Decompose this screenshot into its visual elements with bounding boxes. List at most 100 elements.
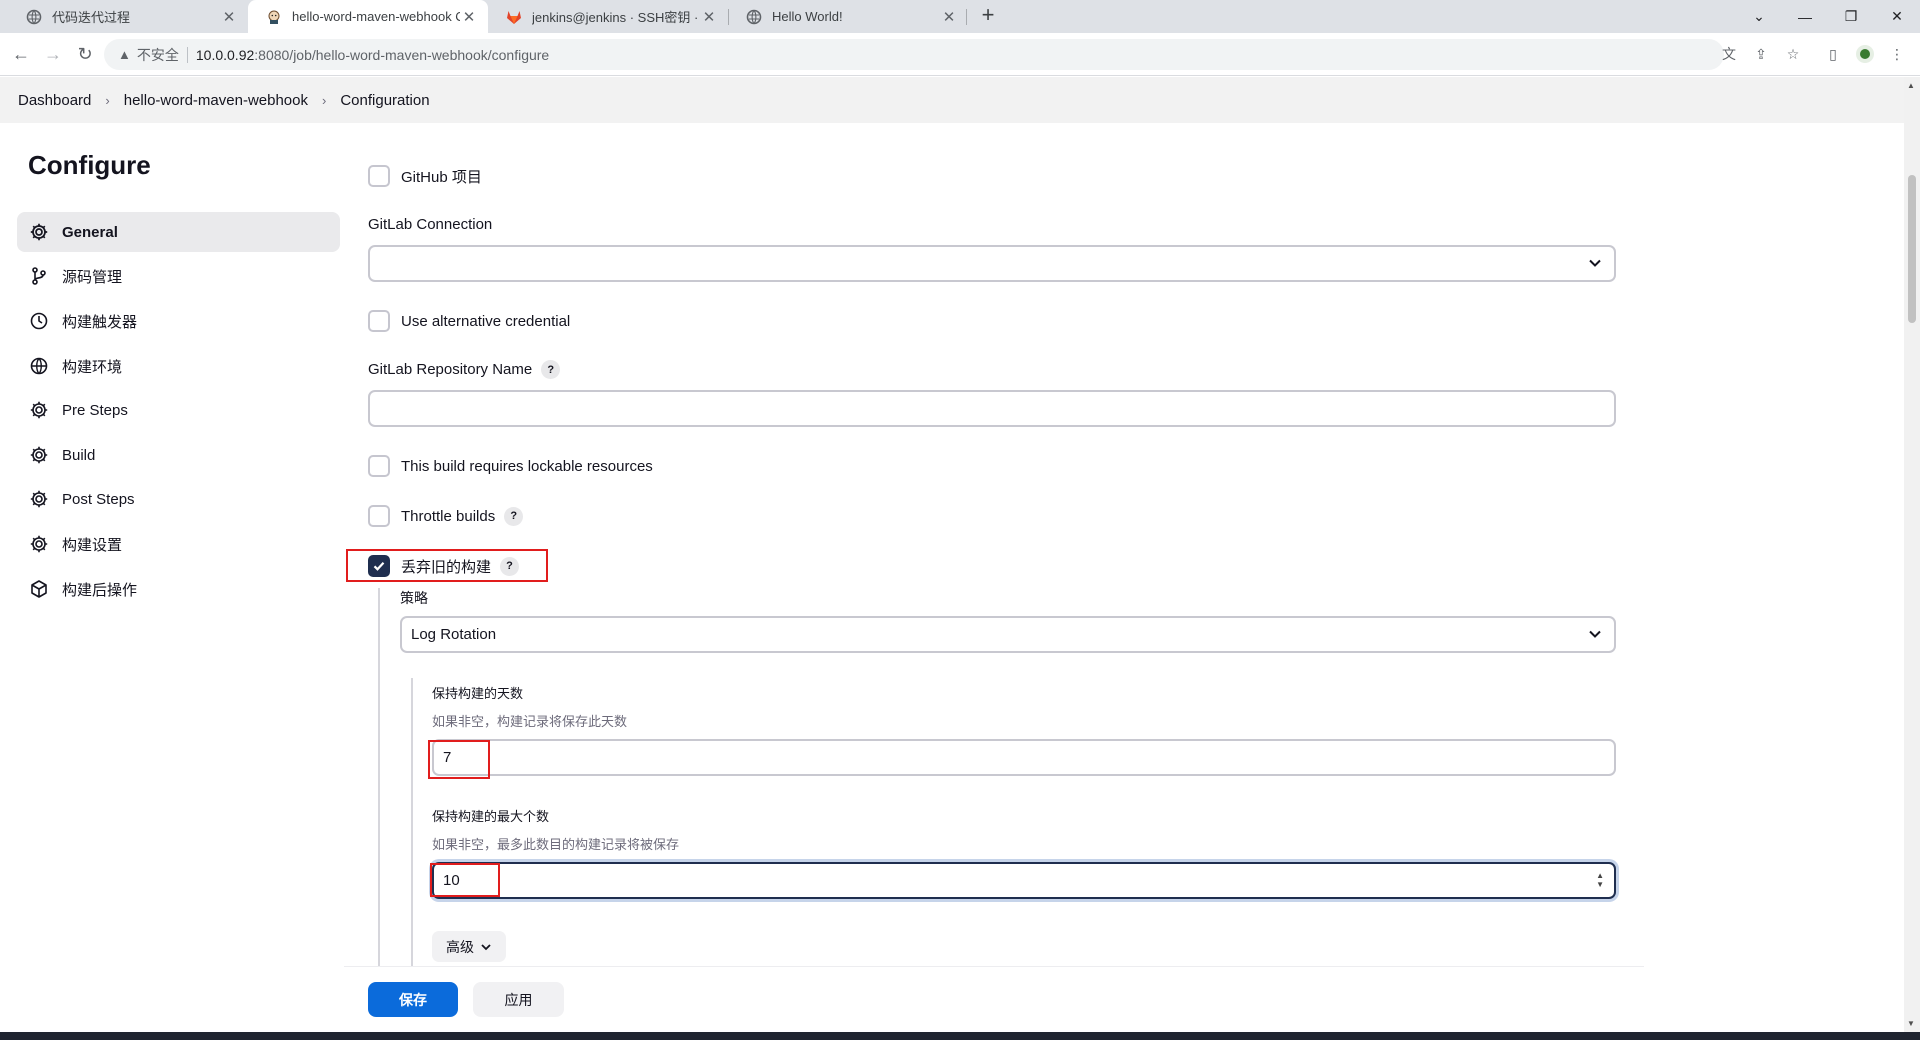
sidebar-item-label: 构建触发器 xyxy=(62,313,138,331)
translate-icon[interactable]: 文 xyxy=(1716,41,1742,67)
sidebar-item-triggers[interactable]: 构建触发器 xyxy=(17,301,340,341)
max-builds-input[interactable]: 10 ▲ ▼ xyxy=(432,862,1616,899)
side-panel-icon[interactable]: ▯ xyxy=(1820,41,1846,67)
max-builds-label: 保持构建的最大个数 xyxy=(432,809,550,824)
close-tab-icon[interactable]: ✕ xyxy=(460,8,478,26)
throttle-builds-checkbox[interactable] xyxy=(368,505,390,527)
gitlab-repo-name-label: GitLab Repository Name ? xyxy=(368,360,561,379)
breadcrumb: Dashboard › hello-word-maven-webhook › C… xyxy=(0,77,1904,123)
tab-search-icon[interactable]: ⌄ xyxy=(1736,0,1782,33)
chevron-right-icon: › xyxy=(322,92,327,108)
gear-icon xyxy=(28,444,50,466)
lockable-resources-label: This build requires lockable resources xyxy=(401,457,653,475)
sidebar-item-build[interactable]: Build xyxy=(17,435,340,475)
address-divider xyxy=(186,46,188,63)
os-taskbar xyxy=(0,1032,1920,1040)
browser-tab-4[interactable]: Hello World! ✕ xyxy=(728,0,968,33)
github-project-checkbox[interactable] xyxy=(368,165,390,187)
spinner-arrows-icon[interactable]: ▲ ▼ xyxy=(1596,871,1604,889)
scroll-up-icon[interactable]: ▲ xyxy=(1907,81,1915,90)
throttle-builds-label: Throttle builds xyxy=(401,507,496,525)
browser-tab-1[interactable]: 代码迭代过程 ✕ xyxy=(8,0,248,33)
tab-title: hello-word-maven-webhook C xyxy=(292,9,460,24)
alt-credential-row[interactable]: Use alternative credential xyxy=(368,310,570,332)
share-icon[interactable]: ⇪ xyxy=(1748,41,1774,67)
bookmark-star-icon[interactable]: ☆ xyxy=(1780,41,1806,67)
sidebar-item-pre-steps[interactable]: Pre Steps xyxy=(17,390,340,430)
chevron-down-icon xyxy=(481,943,491,950)
sidebar-item-build-settings[interactable]: 构建设置 xyxy=(17,524,340,564)
apply-button[interactable]: 应用 xyxy=(473,982,564,1017)
scrollbar-thumb[interactable] xyxy=(1908,175,1916,323)
restore-icon[interactable]: ❐ xyxy=(1828,0,1874,33)
alt-credential-checkbox[interactable] xyxy=(368,310,390,332)
sidebar-item-source-code[interactable]: 源码管理 xyxy=(17,256,340,296)
sidebar-item-label: Pre Steps xyxy=(62,401,128,419)
github-project-row[interactable]: GitHub 项目 xyxy=(368,165,482,187)
gear-icon xyxy=(28,399,50,421)
help-icon[interactable]: ? xyxy=(541,360,561,379)
max-builds-description: 如果非空，最多此数目的构建记录将被保存 xyxy=(432,837,680,852)
lockable-resources-checkbox[interactable] xyxy=(368,455,390,477)
strategy-label: 策略 xyxy=(400,590,428,606)
address-bar[interactable]: ▲ 不安全 10.0.0.92:8080/job/hello-word-mave… xyxy=(104,39,1724,70)
globe-icon xyxy=(26,9,42,25)
gitlab-repo-name-text: GitLab Repository Name xyxy=(368,361,533,378)
sidebar-item-label: Build xyxy=(62,446,96,464)
more-menu-icon[interactable]: ⋮ xyxy=(1884,41,1910,67)
sidebar-item-post-build[interactable]: 构建后操作 xyxy=(17,569,340,609)
close-tab-icon[interactable]: ✕ xyxy=(700,8,718,26)
nested-section-line xyxy=(378,588,380,968)
gitlab-connection-select[interactable] xyxy=(368,245,1616,282)
advanced-button[interactable]: 高级 xyxy=(432,931,506,962)
back-icon[interactable]: ← xyxy=(6,39,36,69)
minimize-icon[interactable]: — xyxy=(1782,0,1828,33)
cube-icon xyxy=(28,578,50,600)
sidebar-item-post-steps[interactable]: Post Steps xyxy=(17,479,340,519)
tab-title: jenkins@jenkins · SSH密钥 · 用 xyxy=(532,10,700,25)
advanced-label: 高级 xyxy=(446,938,474,955)
sidebar-item-general[interactable]: General xyxy=(17,212,340,252)
breadcrumb-job[interactable]: hello-word-maven-webhook xyxy=(124,92,308,109)
days-to-keep-description: 如果非空，构建记录将保存此天数 xyxy=(432,714,628,729)
gitlab-connection-label: GitLab Connection xyxy=(368,216,493,233)
close-window-icon[interactable]: ✕ xyxy=(1874,0,1920,33)
forward-icon[interactable]: → xyxy=(38,39,68,69)
browser-toolbar: ← → ↻ ▲ 不安全 10.0.0.92:8080/job/hello-wor… xyxy=(0,33,1920,76)
save-button[interactable]: 保存 xyxy=(368,982,458,1017)
breadcrumb-configuration[interactable]: Configuration xyxy=(340,92,429,109)
github-project-label: GitHub 项目 xyxy=(401,168,482,186)
help-icon[interactable]: ? xyxy=(504,506,524,526)
sidebar-item-label: 构建设置 xyxy=(62,536,123,554)
vertical-scrollbar[interactable]: ▲ ▼ xyxy=(1904,77,1920,1032)
close-tab-icon[interactable]: ✕ xyxy=(940,8,958,26)
address-host: 10.0.0.92 xyxy=(195,46,255,63)
warning-icon: ▲ xyxy=(118,47,131,62)
nested-section-line xyxy=(411,678,413,968)
throttle-builds-row[interactable]: Throttle builds ? xyxy=(368,505,524,527)
tab-title: 代码迭代过程 xyxy=(52,10,131,25)
days-to-keep-input[interactable]: 7 xyxy=(432,739,1616,776)
highlight-box-days xyxy=(428,740,490,779)
scroll-down-icon[interactable]: ▼ xyxy=(1907,1019,1915,1028)
browser-tab-2[interactable]: hello-word-maven-webhook C ✕ xyxy=(248,0,488,33)
browser-tab-3[interactable]: jenkins@jenkins · SSH密钥 · 用 ✕ xyxy=(488,0,728,33)
highlight-box-max xyxy=(430,863,500,897)
sidebar-item-environment[interactable]: 构建环境 xyxy=(17,346,340,386)
tab-title: Hello World! xyxy=(772,9,843,24)
lockable-resources-row[interactable]: This build requires lockable resources xyxy=(368,455,653,477)
sidebar-item-label: General xyxy=(62,223,118,241)
jenkins-icon xyxy=(266,9,282,25)
clock-icon xyxy=(28,310,50,332)
highlight-box-discard xyxy=(346,549,548,582)
close-tab-icon[interactable]: ✕ xyxy=(220,8,238,26)
profile-avatar-icon[interactable] xyxy=(1852,41,1878,67)
gear-icon xyxy=(28,488,50,510)
breadcrumb-dashboard[interactable]: Dashboard xyxy=(18,92,91,109)
new-tab-button[interactable]: + xyxy=(976,4,1000,28)
gitlab-repo-name-input[interactable] xyxy=(368,390,1616,427)
sidebar-item-label: 源码管理 xyxy=(62,268,123,286)
reload-icon[interactable]: ↻ xyxy=(70,39,100,69)
sidebar-item-label: Post Steps xyxy=(62,490,135,508)
strategy-select[interactable]: Log Rotation xyxy=(400,616,1616,653)
